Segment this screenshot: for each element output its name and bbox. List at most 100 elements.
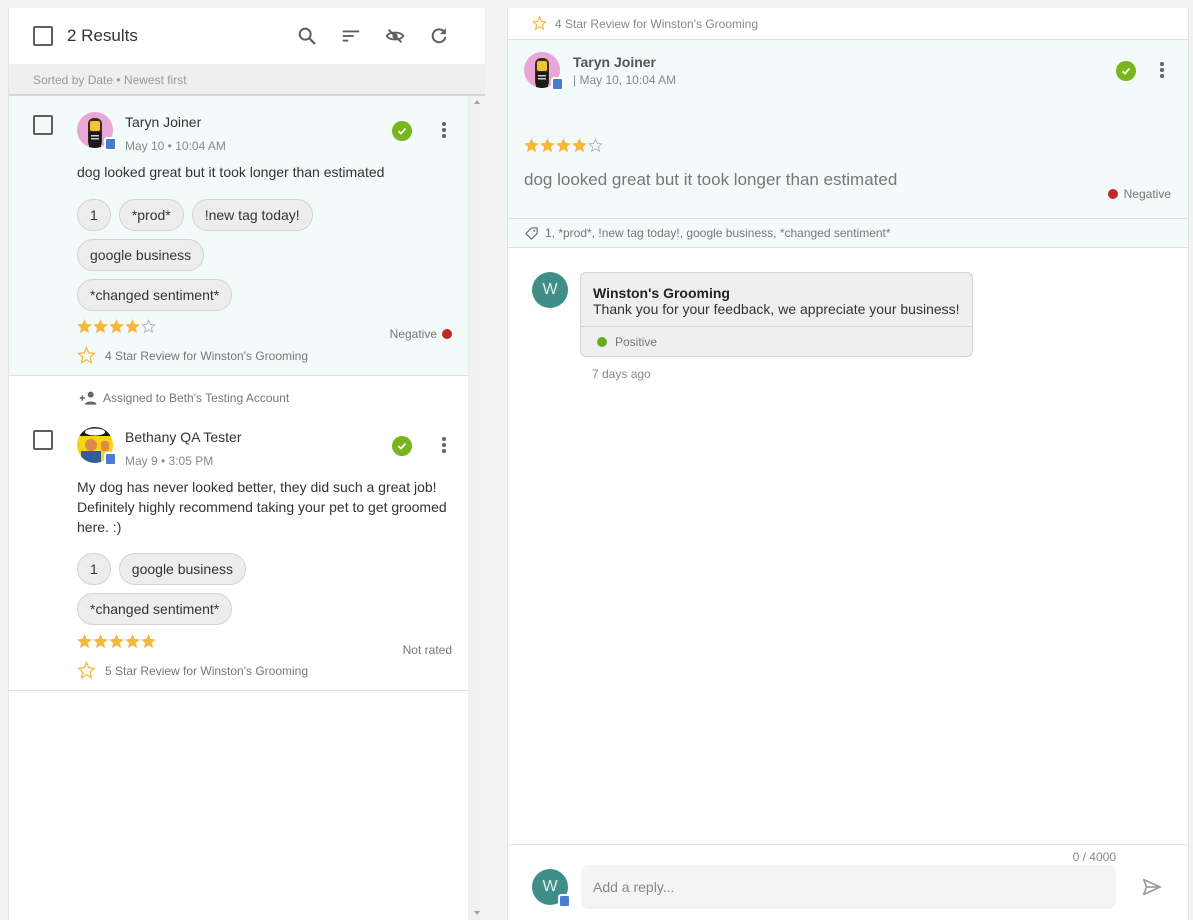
approved-check-icon[interactable] — [1116, 61, 1136, 81]
search-icon — [298, 27, 316, 45]
star-rating — [524, 138, 603, 153]
hide-button[interactable] — [373, 16, 417, 56]
tag-icon — [525, 226, 538, 240]
tag-chip[interactable]: *changed sentiment* — [77, 593, 233, 625]
sentiment-text: Negative — [389, 327, 437, 341]
more-options-button[interactable] — [437, 435, 451, 455]
char-counter: 0 / 4000 — [1072, 850, 1116, 864]
star-outline-icon — [77, 661, 96, 679]
tag-chip[interactable]: 1 — [77, 553, 111, 585]
tag-chip[interactable]: 1 — [77, 199, 111, 231]
star-empty-icon — [141, 319, 156, 334]
review-source: 4 Star Review for Winston's Grooming — [77, 346, 308, 365]
reply-bubble[interactable]: Winston's Grooming Thank you for your fe… — [580, 272, 973, 357]
tag-chip[interactable]: *prod* — [118, 199, 184, 231]
star-filled-icon — [141, 634, 156, 649]
detail-topbar: 4 Star Review for Winston's Grooming — [508, 8, 1188, 40]
reply-composer: 0 / 4000 W — [508, 844, 1188, 920]
review-detail-panel: 4 Star Review for Winston's Grooming Tar… — [507, 8, 1189, 920]
sentiment-text: Not rated — [402, 643, 452, 657]
star-filled-icon — [109, 319, 124, 334]
reply-text: Thank you for your feedback, we apprecia… — [593, 301, 960, 317]
star-filled-icon — [93, 319, 108, 334]
sort-button[interactable] — [329, 16, 373, 56]
scroll-down-arrow-icon[interactable] — [474, 911, 480, 915]
assigned-to-text: Assigned to Beth's Testing Account — [103, 391, 290, 405]
approved-check-icon[interactable] — [392, 121, 412, 141]
reviewer-avatar — [524, 52, 564, 91]
reply-timestamp: 7 days ago — [592, 367, 651, 381]
sentiment-dot — [442, 329, 452, 339]
review-card[interactable]: Assigned to Beth's Testing Account Betha… — [9, 376, 468, 691]
review-source: 5 Star Review for Winston's Grooming — [77, 661, 308, 680]
star-filled-icon — [77, 634, 92, 649]
detail-reviewer-name: Taryn Joiner — [573, 54, 656, 70]
composer-avatar: W — [532, 869, 571, 908]
review-date: May 10 • 10:04 AM — [125, 139, 226, 153]
detail-tags-bar[interactable]: 1, *prod*, !new tag today!, google busin… — [508, 219, 1188, 248]
google-business-icon — [551, 77, 564, 91]
results-count: 2 Results — [67, 26, 138, 45]
reviewer-name: Taryn Joiner — [125, 114, 202, 130]
assignment-label: Assigned to Beth's Testing Account — [79, 390, 289, 406]
star-filled-icon — [125, 634, 140, 649]
detail-topbar-title: 4 Star Review for Winston's Grooming — [555, 16, 759, 31]
list-scrollbar[interactable] — [468, 96, 485, 920]
list-header: 2 Results — [9, 8, 485, 64]
tag-chip[interactable]: *changed sentiment* — [77, 279, 233, 311]
star-filled-icon — [556, 138, 571, 153]
sentiment-text: Negative — [1123, 187, 1171, 201]
more-options-button[interactable] — [437, 120, 451, 140]
reply-author: Winston's Grooming — [593, 285, 730, 301]
tag-chip[interactable]: google business — [77, 239, 205, 271]
review-card[interactable]: Taryn Joiner May 10 • 10:04 AM dog looke… — [9, 96, 468, 376]
reply-sentiment: Positive — [581, 326, 972, 356]
refresh-icon — [431, 28, 447, 44]
header-actions — [285, 8, 461, 64]
composer-avatar-letter: W — [542, 878, 558, 895]
sentiment-dot — [597, 336, 607, 347]
star-filled-icon — [93, 634, 108, 649]
sentiment-label: Negative — [1107, 187, 1171, 201]
star-filled-icon — [125, 319, 140, 334]
google-business-icon — [558, 894, 571, 908]
star-rating — [77, 634, 156, 649]
tag-chip[interactable]: google business — [118, 553, 246, 585]
tag-chip[interactable]: !new tag today! — [191, 199, 313, 231]
review-select-checkbox[interactable] — [33, 430, 53, 450]
reviewer-name: Bethany QA Tester — [125, 429, 242, 445]
select-all-checkbox[interactable] — [33, 26, 53, 46]
tag-list: 1 google business *changed sentiment* — [77, 553, 428, 625]
reply-sentiment-text: Positive — [615, 334, 658, 349]
scroll-up-arrow-icon[interactable] — [474, 100, 480, 104]
review-date: May 9 • 3:05 PM — [125, 454, 214, 468]
approved-check-icon[interactable] — [392, 436, 412, 456]
search-button[interactable] — [285, 16, 329, 56]
star-filled-icon — [109, 634, 124, 649]
star-filled-icon — [540, 138, 555, 153]
google-business-icon — [104, 137, 117, 151]
visibility-off-icon — [385, 28, 405, 44]
send-icon[interactable] — [1141, 876, 1163, 898]
more-options-button[interactable] — [1155, 60, 1169, 80]
review-list-panel: 2 Results Sorted by Date • Newest first — [8, 8, 485, 920]
review-list[interactable]: Taryn Joiner May 10 • 10:04 AM dog looke… — [9, 96, 485, 920]
review-source-text: 4 Star Review for Winston's Grooming — [105, 348, 309, 363]
detail-review-date: | May 10, 10:04 AM — [573, 73, 677, 87]
tag-list: 1 *prod* !new tag today! google business… — [77, 199, 428, 311]
star-filled-icon — [572, 138, 587, 153]
detail-tags-text: 1, *prod*, !new tag today!, google busin… — [545, 226, 891, 240]
review-text: dog looked great but it took longer than… — [77, 164, 385, 180]
reply-input[interactable] — [581, 865, 1116, 909]
sort-info: Sorted by Date • Newest first — [9, 64, 485, 96]
reviewer-avatar — [77, 112, 117, 151]
sentiment-label: Negative — [390, 327, 452, 341]
review-select-checkbox[interactable] — [33, 115, 53, 135]
detail-review: Taryn Joiner | May 10, 10:04 AM dog look… — [508, 40, 1188, 219]
refresh-button[interactable] — [417, 16, 461, 56]
filter-sort-icon — [342, 30, 360, 42]
star-filled-icon — [77, 319, 92, 334]
star-outline-icon — [77, 346, 96, 364]
detail-review-text: dog looked great but it took longer than… — [524, 170, 898, 189]
sentiment-dot — [1107, 189, 1118, 199]
